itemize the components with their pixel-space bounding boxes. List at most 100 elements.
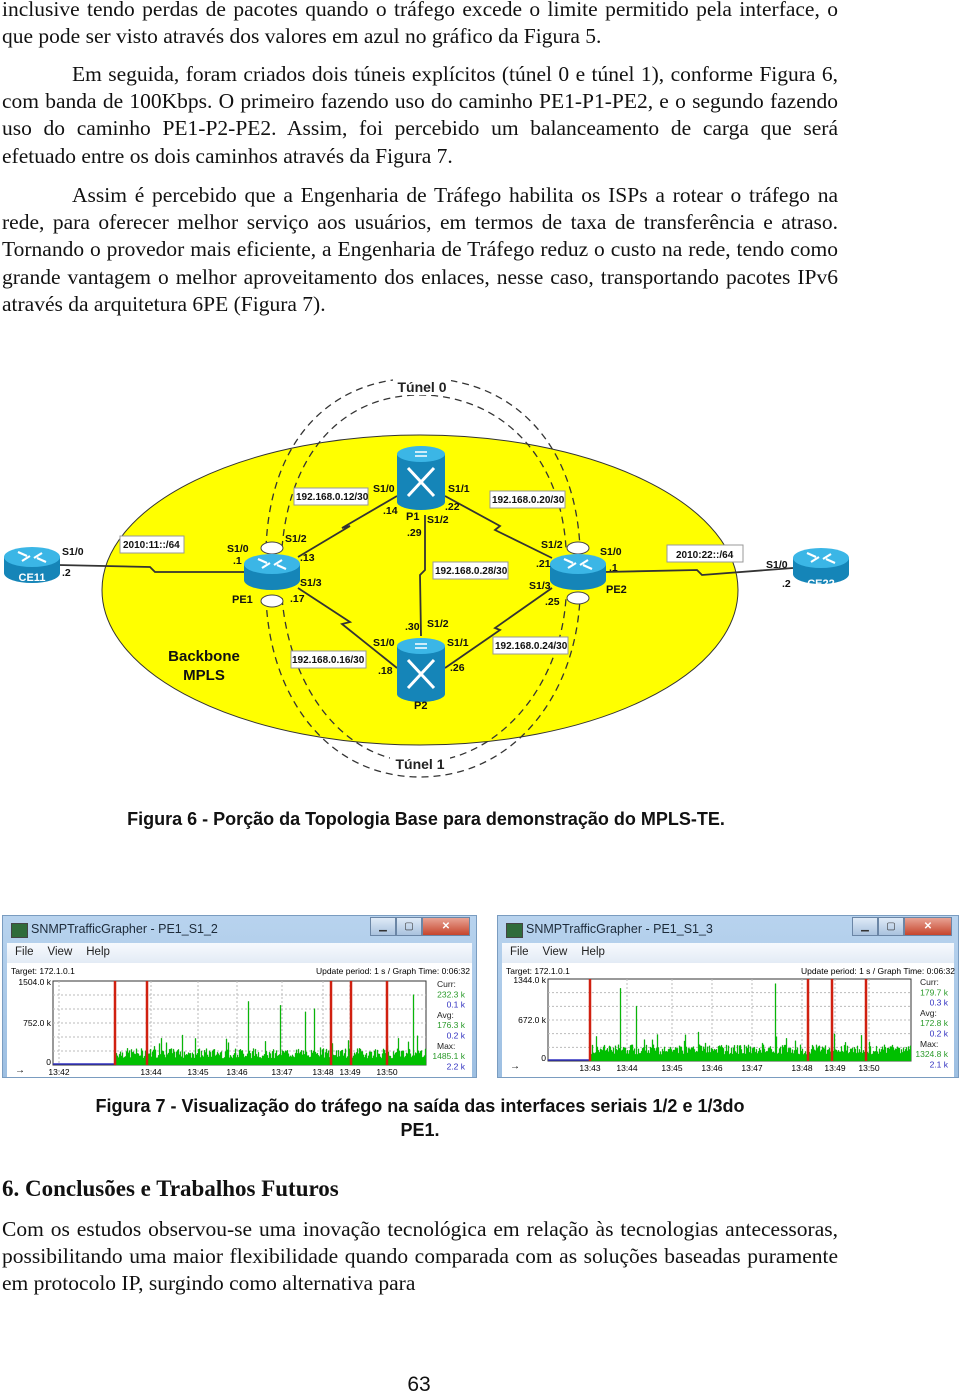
stat-value: 176.3 k (437, 1020, 466, 1030)
if-label: .14 (383, 505, 398, 517)
router-p1-icon (395, 444, 447, 512)
maximize-button[interactable]: ▢ (878, 917, 904, 936)
menu-view[interactable]: View (543, 946, 568, 958)
title-bar[interactable]: SNMPTrafficGrapher - PE1_S1_3 ▁ ▢ ✕ (498, 916, 958, 943)
if-label: S1/2 (541, 539, 563, 551)
network-label: 192.168.0.20/30 (492, 495, 565, 506)
traffic-graph: Target: 172.1.0.1 Update period: 1 s / Gr… (506, 966, 955, 1073)
router-pe1-icon (242, 552, 302, 592)
stat-value: 1324.8 k (915, 1049, 948, 1059)
menu-help[interactable]: Help (86, 946, 110, 958)
tunnel-0-label: Túnel 0 (397, 379, 446, 395)
if-label: S1/0 (766, 559, 788, 571)
if-label: S1/2 (427, 618, 449, 630)
app-icon (11, 923, 28, 938)
menu-bar: File View Help (7, 943, 472, 963)
if-label: .22 (445, 501, 460, 513)
x-tick-label: 13:47 (271, 1067, 293, 1077)
stat-value: 179.7 k (920, 987, 949, 997)
close-button[interactable]: ✕ (422, 917, 470, 936)
router-pe1-label: PE1 (232, 594, 253, 606)
tunnel-1-label: Túnel 1 (395, 756, 444, 772)
if-label: S1/0 (600, 546, 622, 558)
if-label: S1/2 (285, 533, 307, 545)
figure-6-caption: Figura 6 - Porção da Topologia Base para… (127, 809, 725, 829)
stat-value: Max: (437, 1041, 455, 1051)
if-label: S1/1 (448, 483, 470, 495)
menu-file[interactable]: File (15, 946, 34, 958)
y-tick-label: 1504.0 k (18, 977, 51, 987)
x-tick-label: 13:50 (376, 1067, 398, 1077)
snmp-window-2: SNMPTrafficGrapher - PE1_S1_3 ▁ ▢ ✕ File Vi… (497, 915, 959, 1078)
network-label: 192.168.0.12/30 (296, 492, 369, 503)
router-p1-label: P1 (406, 511, 419, 523)
stat-value: 2.2 k (447, 1061, 466, 1071)
if-label: .30 (405, 621, 420, 633)
if-label: S1/3 (529, 580, 551, 592)
x-tick-label: 13:50 (858, 1063, 880, 1073)
stat-value: 172.8 k (920, 1018, 949, 1028)
stat-value: Curr: (437, 979, 456, 989)
if-label: .25 (545, 596, 560, 608)
if-label: .29 (407, 527, 422, 539)
minimize-button[interactable]: ▁ (370, 917, 396, 936)
page-number: 63 (407, 1373, 431, 1396)
if-label: .18 (378, 665, 393, 677)
target-label: Target: 172.1.0.1 (11, 966, 75, 976)
x-tick-label: 13:44 (140, 1067, 162, 1077)
arrow-icon: → (15, 1065, 25, 1076)
if-label: .1 (233, 555, 242, 567)
router-pe2-label: PE2 (606, 584, 627, 596)
stat-value: 0.2 k (447, 1031, 466, 1041)
if-label: .2 (782, 578, 791, 590)
paragraph-4: Com os estudos observou-se uma inovação … (2, 1217, 838, 1296)
window-title: SNMPTrafficGrapher - PE1_S1_2 (31, 922, 218, 936)
topology-diagram: CE11 CE22 PE1 P1 P2 PE2 2010:11::/64 192… (2, 377, 851, 778)
section-heading: 6. Conclusões e Trabalhos Futuros (2, 1176, 339, 1201)
figure-7-caption: Figura 7 - Visualização do tráfego na sa… (40, 1094, 800, 1142)
y-tick-label: 0 (541, 1053, 546, 1063)
paragraph-3-text: Assim é percebido que a Engenharia de Tr… (2, 183, 838, 316)
if-label: S1/2 (427, 514, 449, 526)
if-label: .1 (609, 562, 618, 574)
x-tick-label: 13:45 (661, 1063, 683, 1073)
if-label: S1/0 (373, 483, 395, 495)
traffic-graph: Target: 172.1.0.1 Update period: 1 s / Gr… (11, 966, 470, 1077)
if-label: .2 (62, 567, 71, 579)
close-button[interactable]: ✕ (904, 917, 952, 936)
x-tick-label: 13:45 (187, 1067, 209, 1077)
paragraph-2-text: Em seguida, foram criados dois túneis ex… (2, 62, 838, 168)
stat-value: 0.1 k (447, 1000, 466, 1010)
title-bar[interactable]: SNMPTrafficGrapher - PE1_S1_2 ▁ ▢ ✕ (3, 916, 476, 943)
x-tick-label: 13:49 (339, 1067, 361, 1077)
menu-file[interactable]: File (510, 946, 529, 958)
figure-7-caption-line1: Figura 7 - Visualização do tráfego na sa… (95, 1096, 745, 1116)
router-p2-label: P2 (414, 700, 427, 712)
paragraph-3: Assim é percebido que a Engenharia de Tr… (2, 182, 838, 318)
y-tick-label: 672.0 k (518, 1015, 547, 1025)
menu-bar: File View Help (502, 943, 954, 963)
stat-value: 1485.1 k (432, 1051, 465, 1061)
update-period-label: Update period: 1 s / Graph Time: 0:06:32 (316, 966, 470, 976)
minimize-button[interactable]: ▁ (852, 917, 878, 936)
if-label: .13 (300, 552, 315, 564)
if-label: S1/3 (300, 577, 322, 589)
network-label: 192.168.0.16/30 (292, 655, 365, 666)
x-tick-label: 13:46 (226, 1067, 248, 1077)
stat-value: 232.3 k (437, 989, 466, 999)
router-pe2-icon (548, 552, 608, 592)
paragraph-2: Em seguida, foram criados dois túneis ex… (2, 61, 838, 170)
x-tick-label: 13:48 (791, 1063, 813, 1073)
stat-value: Avg: (920, 1008, 937, 1018)
figure-7-caption-line2: PE1. (400, 1120, 440, 1140)
network-label: 2010:11::/64 (123, 540, 180, 551)
menu-view[interactable]: View (48, 946, 73, 958)
x-tick-label: 13:43 (579, 1063, 601, 1073)
if-label: S1/1 (447, 637, 469, 649)
stat-value: Max: (920, 1039, 938, 1049)
maximize-button[interactable]: ▢ (396, 917, 422, 936)
if-label: .17 (290, 593, 305, 605)
stat-value: Curr: (920, 977, 939, 987)
menu-help[interactable]: Help (581, 946, 605, 958)
x-tick-label: 13:48 (312, 1067, 334, 1077)
